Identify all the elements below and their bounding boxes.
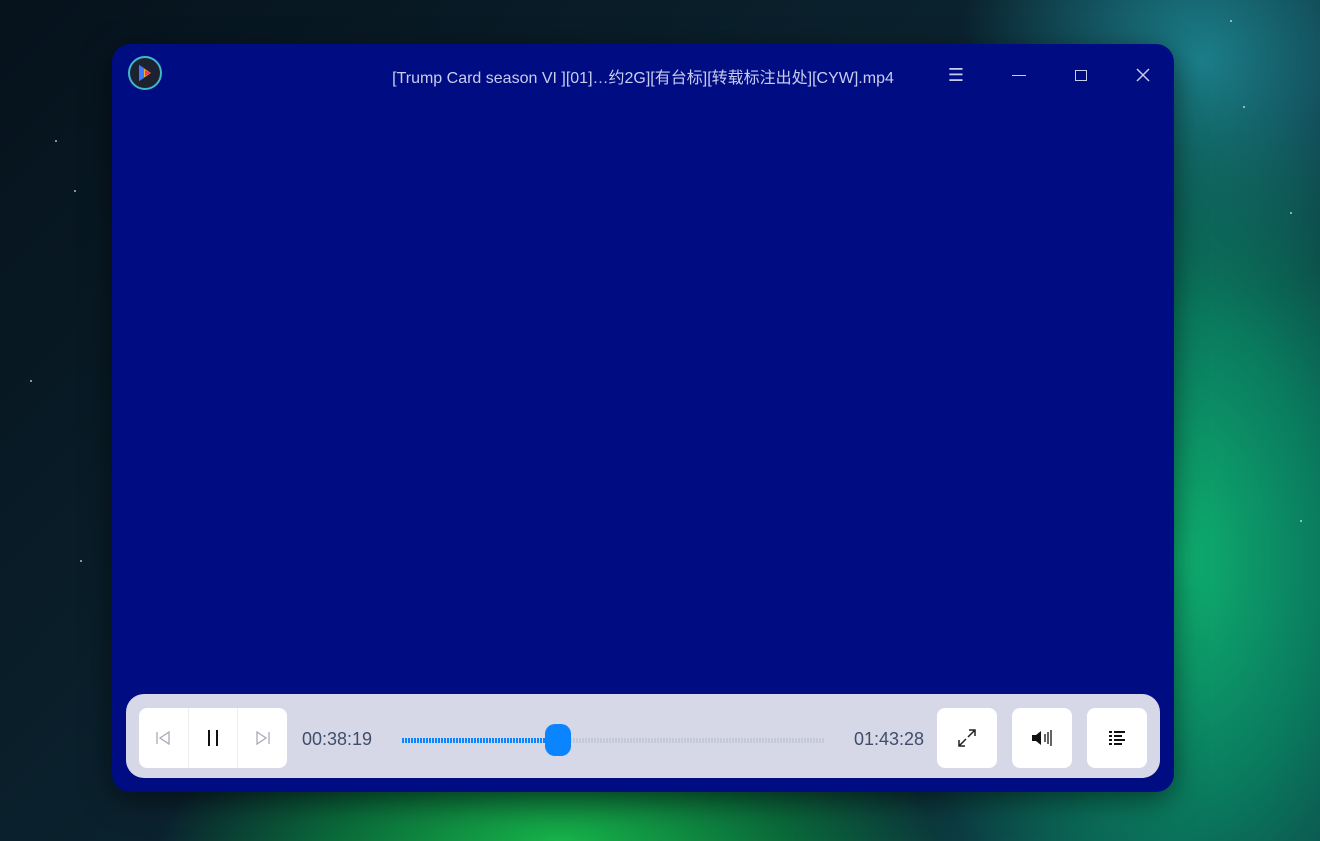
- pause-icon: [208, 730, 218, 746]
- previous-icon: [156, 730, 170, 746]
- playback-controls: [139, 708, 287, 768]
- minimize-icon: [1012, 74, 1026, 76]
- menu-icon: ☰: [947, 64, 965, 85]
- control-bar: 00:38:19 01:43:28: [126, 694, 1160, 778]
- window-title-text: [Trump Card season VI ][01]…约2G][有台标][转载…: [392, 70, 894, 87]
- video-player-window: [Trump Card season VI ][01]…约2G][有台标][转载…: [112, 44, 1174, 792]
- maximize-icon: [1075, 69, 1087, 81]
- fullscreen-icon: [958, 729, 976, 747]
- playlist-icon: [1109, 731, 1125, 745]
- volume-button[interactable]: [1012, 708, 1072, 768]
- pause-button[interactable]: [189, 708, 239, 768]
- volume-icon: [1032, 730, 1052, 746]
- playlist-button[interactable]: [1087, 708, 1147, 768]
- close-button[interactable]: [1126, 58, 1160, 92]
- close-icon: [1136, 68, 1150, 82]
- progress-slider[interactable]: [402, 724, 824, 756]
- progress-handle[interactable]: [545, 724, 572, 756]
- maximize-button[interactable]: [1064, 58, 1098, 92]
- menu-button[interactable]: ☰: [939, 58, 973, 92]
- progress-fill: [402, 738, 559, 743]
- previous-button[interactable]: [139, 708, 189, 768]
- minimize-button[interactable]: [1002, 58, 1036, 92]
- total-time: 01:43:28: [854, 729, 925, 749]
- next-icon: [256, 730, 270, 746]
- current-time: 00:38:19: [302, 729, 373, 749]
- fullscreen-button[interactable]: [937, 708, 997, 768]
- next-button[interactable]: [238, 708, 287, 768]
- video-area[interactable]: [112, 104, 1174, 684]
